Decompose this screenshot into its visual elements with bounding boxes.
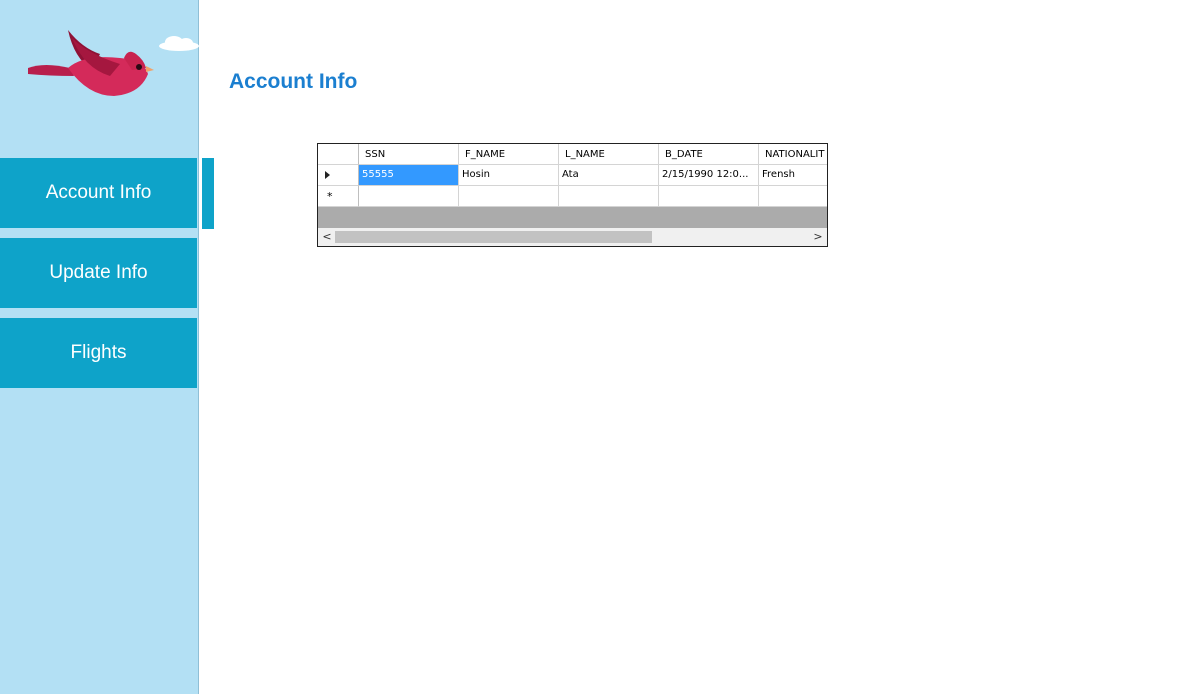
cell-f-name[interactable]: Hosin: [459, 165, 559, 186]
cell-l-name[interactable]: Ata: [559, 165, 659, 186]
grid-header-row: SSN F_NAME L_NAME B_DATE NATIONALIT: [318, 144, 827, 165]
column-header-nationality[interactable]: NATIONALIT: [759, 144, 827, 165]
new-row-header[interactable]: *: [318, 186, 359, 207]
new-cell-f-name[interactable]: [459, 186, 559, 207]
cell-b-date[interactable]: 2/15/1990 12:0...: [659, 165, 759, 186]
column-header-l-name[interactable]: L_NAME: [559, 144, 659, 165]
new-row-star-icon: *: [327, 190, 333, 203]
scrollbar-thumb[interactable]: [335, 231, 652, 243]
cell-ssn[interactable]: 55555: [359, 165, 459, 186]
table-row[interactable]: 55555 Hosin Ata 2/15/1990 12:0... Frensh: [318, 165, 827, 186]
row-header[interactable]: [318, 165, 359, 186]
new-cell-l-name[interactable]: [559, 186, 659, 207]
sidebar-item-label: Update Info: [49, 262, 148, 283]
scroll-right-arrow-icon[interactable]: >: [811, 230, 825, 243]
page-title: Account Info: [229, 70, 358, 93]
sidebar-item-label: Flights: [70, 342, 127, 363]
grid-corner-header[interactable]: [318, 144, 359, 165]
sidebar-item-flights[interactable]: Flights: [0, 318, 197, 388]
new-cell-nationality[interactable]: [759, 186, 827, 207]
sidebar-item-label: Account Info: [45, 182, 152, 203]
column-header-f-name[interactable]: F_NAME: [459, 144, 559, 165]
account-data-grid[interactable]: SSN F_NAME L_NAME B_DATE NATIONALIT 5555…: [317, 143, 828, 247]
sidebar: Account Info Update Info Flights: [0, 0, 199, 694]
cell-nationality[interactable]: Frensh: [759, 165, 827, 186]
sidebar-item-update-info[interactable]: Update Info: [0, 238, 197, 308]
active-nav-indicator: [202, 158, 214, 229]
new-cell-b-date[interactable]: [659, 186, 759, 207]
cardinal-bird-logo-icon: [28, 30, 199, 96]
horizontal-scrollbar[interactable]: < >: [318, 228, 827, 246]
scroll-left-arrow-icon[interactable]: <: [320, 230, 334, 243]
new-cell-ssn[interactable]: [359, 186, 459, 207]
column-header-ssn[interactable]: SSN: [359, 144, 459, 165]
current-row-arrow-icon: [325, 171, 330, 179]
column-header-b-date[interactable]: B_DATE: [659, 144, 759, 165]
new-row[interactable]: *: [318, 186, 827, 207]
sidebar-item-account-info[interactable]: Account Info: [0, 158, 197, 228]
